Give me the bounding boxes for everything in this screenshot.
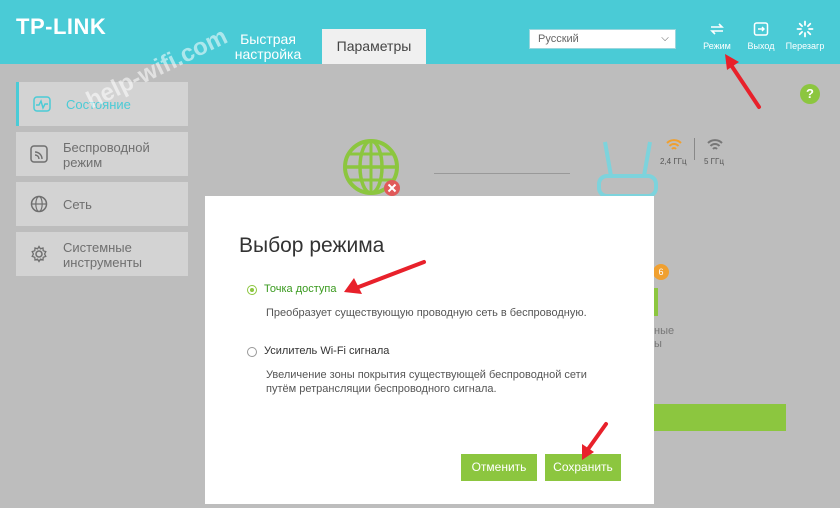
cancel-button[interactable]: Отменить: [461, 454, 537, 481]
logout-button-label: Выход: [747, 41, 775, 51]
language-select-value: Русский: [538, 33, 579, 45]
status-green-bar: [654, 404, 786, 431]
wifi-24-icon: [665, 137, 683, 153]
tp-link-logo: TP-LINK: [16, 14, 107, 39]
client-count-badge: 6: [653, 264, 669, 280]
mode-select-dialog: Выбор режима Точка доступа Преобразует с…: [205, 196, 654, 504]
sidebar-item-network[interactable]: Сеть: [16, 182, 188, 226]
radio-wifi-extender[interactable]: [247, 347, 257, 357]
router-icon: [595, 140, 660, 198]
wifi-5-icon: [706, 137, 724, 153]
option-wifi-extender-label[interactable]: Усилитель Wi-Fi сигнала: [264, 345, 389, 357]
logout-button[interactable]: Выход: [741, 20, 781, 51]
sidebar-item-wireless[interactable]: Беспроводной режим: [16, 132, 188, 176]
logout-icon: [741, 20, 781, 38]
top-header: TP-LINK Быстрая настройка Параметры Русс…: [0, 0, 840, 64]
gear-icon: [30, 245, 48, 263]
mode-button[interactable]: Режим: [697, 20, 737, 51]
chevron-down-icon: ⌵: [661, 33, 669, 44]
tab-parameters[interactable]: Параметры: [322, 29, 426, 64]
partial-status-text: ные ы: [654, 325, 675, 350]
partial-green-block: [654, 288, 658, 316]
option-access-point-description: Преобразует существующую проводную сеть …: [266, 307, 587, 319]
sidebar-item-label: Беспроводной режим: [63, 140, 150, 170]
sidebar-item-label: Системные инструменты: [63, 240, 142, 270]
globe-icon: [30, 195, 48, 213]
mode-swap-icon: [697, 20, 737, 38]
separator: [694, 138, 695, 160]
sidebar-item-label: Сеть: [63, 197, 92, 212]
internet-globe-icon: [342, 138, 402, 198]
status-icon: [33, 95, 51, 113]
sidebar-item-system-tools[interactable]: Системные инструменты: [16, 232, 188, 276]
radio-access-point[interactable]: [247, 285, 257, 295]
band-5-label: 5 ГГц: [704, 157, 724, 166]
mode-button-label: Режим: [703, 41, 731, 51]
wireless-icon: [30, 145, 48, 163]
dialog-title: Выбор режима: [239, 234, 385, 257]
band-24-label: 2,4 ГГц: [660, 157, 687, 166]
option-access-point-label[interactable]: Точка доступа: [264, 283, 336, 295]
language-select[interactable]: Русский ⌵: [529, 29, 676, 49]
option-wifi-extender-description: Увеличение зоны покрытия существующей бе…: [266, 369, 587, 395]
reboot-icon: [785, 20, 825, 38]
reboot-button-label: Перезагр: [785, 41, 825, 51]
reboot-button[interactable]: Перезагр: [785, 20, 825, 51]
help-icon[interactable]: ?: [800, 84, 820, 104]
connection-line: [434, 173, 570, 174]
tab-quick-setup[interactable]: Быстрая настройка: [230, 32, 306, 62]
save-button[interactable]: Сохранить: [545, 454, 621, 481]
